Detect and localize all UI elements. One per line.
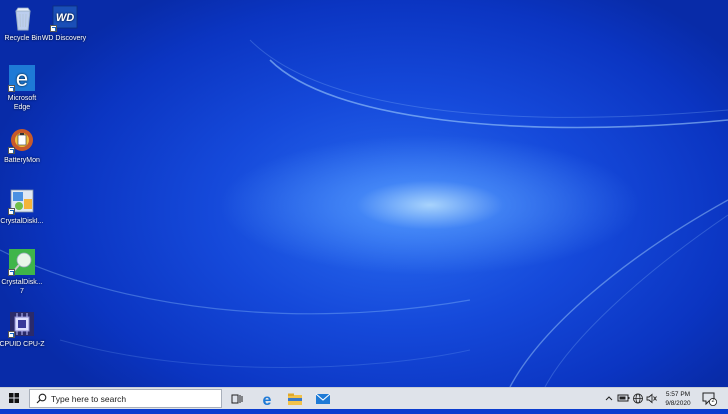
desktop-icon-crystaldiskmark[interactable]: CrystalDisk... 7 [0, 248, 45, 296]
shortcut-arrow-icon [8, 147, 15, 154]
svg-text:WD: WD [56, 12, 74, 24]
search-icon [36, 393, 47, 404]
desktop-icon-crystaldiskinfo[interactable]: CrystalDiskI... [0, 187, 45, 226]
shortcut-arrow-icon [50, 25, 57, 32]
wd-discovery-icon: WD [50, 4, 78, 32]
desktop-icon-wd-discovery[interactable]: WD WD Discovery [41, 4, 87, 43]
task-view-button[interactable] [228, 390, 246, 408]
mail-icon [315, 393, 331, 404]
network-status-button[interactable] [632, 388, 644, 409]
taskbar-mail-button[interactable] [314, 390, 332, 408]
start-button[interactable] [0, 388, 28, 409]
volume-muted-icon [646, 393, 657, 404]
notification-count-badge: 2 [711, 398, 715, 404]
shortcut-arrow-icon [8, 269, 15, 276]
desktop-icon-recycle-bin[interactable]: Recycle Bin [0, 4, 46, 43]
battery-icon [617, 394, 630, 402]
desktop-icon-label: CrystalDisk... 7 [1, 279, 43, 295]
taskbar-search-box[interactable]: Type here to search [29, 389, 222, 408]
desktop-wallpaper [0, 0, 728, 387]
clock-date: 9/8/2020 [665, 400, 691, 407]
wallpaper-light-arcs [0, 39, 728, 387]
volume-button[interactable] [646, 388, 658, 409]
svg-text:e: e [16, 66, 28, 91]
desktop-icon-label: Microsoft Edge [7, 95, 37, 111]
desktop-icon-batterymon[interactable]: BatteryMon [0, 126, 45, 165]
search-placeholder: Type here to search [51, 394, 127, 404]
desktop-icon-label: Recycle Bin [4, 35, 42, 42]
desktop-icon-label: BatteryMon [4, 157, 40, 164]
battery-status-button[interactable] [617, 388, 631, 409]
globe-network-icon [633, 393, 643, 404]
desktop-icon-microsoft-edge[interactable]: e Microsoft Edge [0, 64, 45, 112]
shortcut-arrow-icon [8, 85, 15, 92]
desktop-icon-cpuid-cpu-z[interactable]: CPUID CPU-Z [0, 310, 45, 349]
chevron-up-icon [605, 396, 613, 401]
desktop-icon-label: WD Discovery [41, 35, 87, 42]
taskbar-file-explorer-button[interactable] [286, 390, 304, 408]
desktop-icon-label: CrystalDiskI... [0, 218, 44, 225]
file-explorer-icon [288, 393, 302, 405]
recycle-bin-icon [9, 4, 37, 32]
action-center-button[interactable]: 2 [700, 388, 718, 409]
desktop-icon-label: CPUID CPU-Z [0, 341, 45, 348]
batterymon-icon [8, 126, 36, 154]
crystaldiskmark-icon [8, 248, 36, 276]
crystaldiskinfo-icon [8, 187, 36, 215]
edge-icon: e [8, 64, 36, 92]
windows-logo-icon [9, 393, 19, 403]
clock-time: 5:57 PM [665, 391, 691, 398]
cpuz-icon [8, 310, 36, 338]
show-hidden-icons-button[interactable] [604, 388, 614, 409]
taskbar-clock[interactable]: 5:57 PM 9/8/2020 [663, 390, 693, 408]
svg-text:e: e [263, 392, 272, 408]
taskbar-edge-button[interactable]: e [258, 390, 276, 409]
edge-icon: e [263, 392, 272, 409]
shortcut-arrow-icon [8, 208, 15, 215]
shortcut-arrow-icon [8, 331, 15, 338]
taskbar: Type here to search e 5:57 PM 9/8/2020 2 [0, 387, 728, 409]
task-view-icon [231, 394, 243, 404]
